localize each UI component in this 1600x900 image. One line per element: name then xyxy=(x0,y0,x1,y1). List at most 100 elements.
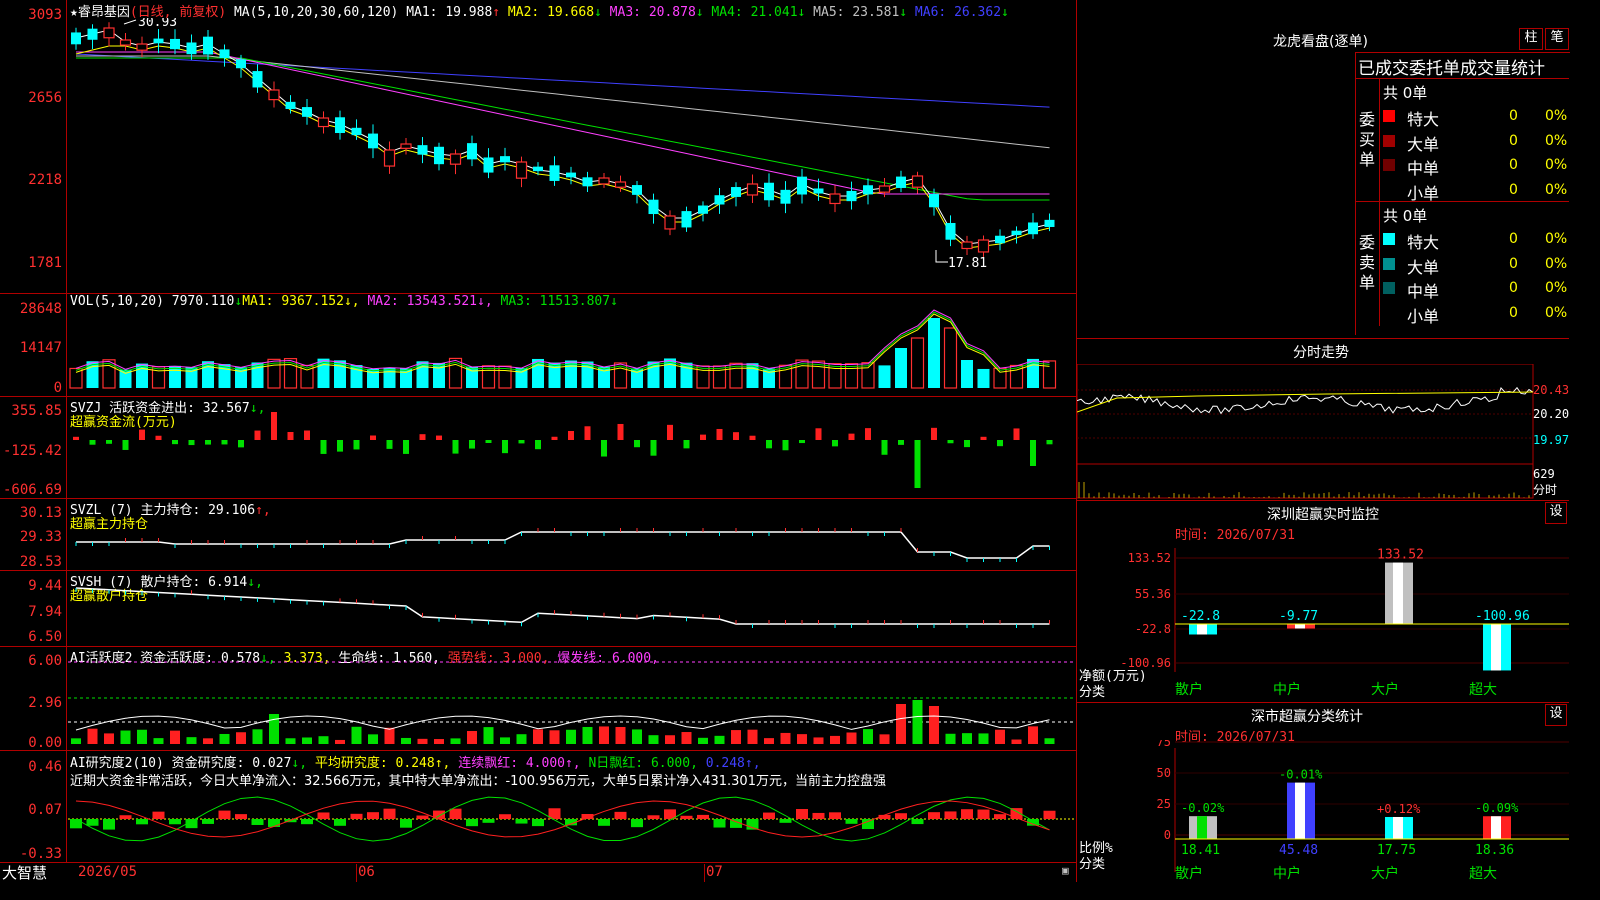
classify-bar-chart[interactable]: 75 50 25 0 比例%分类 18.41 -0.02% 散户 45.48 -0.01% 中户 17… xyxy=(1077,740,1569,882)
research-bar-red xyxy=(796,809,808,819)
flow-bar-positive xyxy=(733,432,739,440)
activity-bar-green xyxy=(351,726,362,744)
flow-bar-negative xyxy=(89,440,96,445)
activity-bar-green xyxy=(401,737,411,744)
color-swatch xyxy=(1383,159,1395,171)
activity-bar-green xyxy=(285,738,296,744)
price-axis-label: 3093 xyxy=(28,7,62,23)
research-bar-red xyxy=(994,814,1006,819)
flow-bar-negative xyxy=(353,440,360,450)
volume-bar-down xyxy=(928,318,940,388)
side-label: 委买单 xyxy=(1359,110,1376,169)
lock-icon[interactable]: ▣ xyxy=(1062,864,1069,877)
monitor-bar-chart[interactable]: 133.5255.36-22.8-100.96净额(万元)分类-22.8散户-9… xyxy=(1077,540,1569,702)
volume-bar-down xyxy=(466,366,478,388)
volume-bar-down xyxy=(548,362,561,388)
bar-category-label: 中户 xyxy=(1273,865,1301,882)
bar-change-label: -0.09% xyxy=(1475,801,1519,815)
activity-bar-green xyxy=(516,734,527,744)
candlestick-chart[interactable]: 30.93 17.81 xyxy=(68,18,1074,290)
candle-down xyxy=(203,36,213,55)
activity-bar-green xyxy=(137,729,147,744)
bar-category-label: 超大 xyxy=(1469,866,1497,882)
classify-settings-button[interactable]: 设 xyxy=(1545,704,1567,726)
research-bar-green xyxy=(779,819,792,823)
candle-down xyxy=(648,199,659,215)
research-bar-red xyxy=(680,815,693,819)
color-swatch xyxy=(1383,233,1395,245)
research-bar-green xyxy=(86,819,99,826)
activity-bar-red xyxy=(384,727,395,744)
volume-bar-up xyxy=(844,363,859,389)
intraday-chart[interactable]: 20.43 20.20 19.97 629 分时 xyxy=(1077,364,1569,500)
flow-bar-negative xyxy=(881,440,888,455)
activity-bar-green xyxy=(632,729,642,744)
flow-bar-positive xyxy=(73,436,79,440)
candle-up xyxy=(598,177,610,185)
activity-bar-red xyxy=(780,732,791,744)
money-flow-chart[interactable] xyxy=(68,408,1074,496)
classify-title: 深市超赢分类统计 xyxy=(1251,709,1363,725)
order-count: 0 xyxy=(1509,108,1518,124)
order-count: 0 xyxy=(1509,157,1518,173)
flow-bar-positive xyxy=(436,435,442,440)
bar-category-label: 中户 xyxy=(1273,681,1301,698)
flow-bar-positive xyxy=(980,436,987,440)
order-count: 0 xyxy=(1509,255,1518,272)
activity-bar-red xyxy=(731,730,741,744)
activity-bar-green xyxy=(582,726,593,744)
candle-down xyxy=(698,205,708,214)
main-holding-chart[interactable] xyxy=(68,508,1074,568)
ai-activity-chart[interactable] xyxy=(68,660,1074,746)
bar-highlight-2 xyxy=(1393,816,1403,839)
volume-bar-down xyxy=(977,368,990,388)
bar-mode-button[interactable]: 柱 xyxy=(1519,28,1543,50)
retail-holding-chart[interactable] xyxy=(68,580,1074,644)
tick-mode-button[interactable]: 笔 xyxy=(1545,28,1569,50)
bar-value-label: -9.77 xyxy=(1279,609,1318,624)
research-bar-red xyxy=(499,814,511,819)
candle-down xyxy=(1028,222,1038,235)
chart-area[interactable]: ★睿昂基因(日线, 前复权) MA(5,10,20,30,60,120) MA1… xyxy=(0,0,1076,882)
activity-bar-red xyxy=(236,732,246,744)
research-bar-red xyxy=(829,812,841,819)
flow-bar-positive xyxy=(617,423,624,440)
ma-line-5 xyxy=(75,45,1050,249)
bar-axis-label: 25 xyxy=(1157,797,1171,811)
candle-up xyxy=(829,193,841,205)
research-bar-red xyxy=(697,814,709,819)
date-label-mid: 06 xyxy=(358,864,375,880)
flow-bar-negative xyxy=(914,440,921,488)
activity-bar-green xyxy=(962,733,972,744)
flow-bar-positive xyxy=(370,435,376,440)
price-axis-label: 2656 xyxy=(28,90,62,106)
flow-bar-positive xyxy=(1013,428,1020,440)
flow-bar-negative xyxy=(683,440,690,449)
activity-bar-red xyxy=(87,728,98,744)
candle-down xyxy=(632,185,642,195)
low-marker-line xyxy=(935,250,948,263)
intraday-axis-label: 19.97 xyxy=(1533,433,1569,447)
research-bar-green xyxy=(482,819,495,823)
vol-axis-label: 14147 xyxy=(19,340,62,356)
svzj-axis-label: -125.42 xyxy=(2,443,62,459)
flow-bar-negative xyxy=(898,440,904,445)
volume-bar-up xyxy=(828,363,842,389)
flow-bar-negative xyxy=(947,440,954,444)
order-size-label: 特大 xyxy=(1407,233,1440,252)
svzl-axis-label: 29.33 xyxy=(19,529,62,545)
candle-down xyxy=(549,165,560,181)
research-bar-green xyxy=(301,819,313,825)
ai-research-chart[interactable] xyxy=(68,786,1074,860)
monitor-settings-button[interactable]: 设 xyxy=(1545,502,1567,524)
activity-bar-green xyxy=(500,737,510,744)
order-size-label: 大单 xyxy=(1407,257,1440,277)
volume-bar-down xyxy=(961,360,973,388)
research-bar-red xyxy=(350,813,363,819)
candle-down xyxy=(186,42,197,55)
volume-chart[interactable] xyxy=(68,308,1074,392)
activity-bar-red xyxy=(764,738,774,744)
candle-up xyxy=(614,181,627,188)
bar-axis-label: 0 xyxy=(1164,828,1171,842)
color-swatch xyxy=(1383,282,1395,294)
